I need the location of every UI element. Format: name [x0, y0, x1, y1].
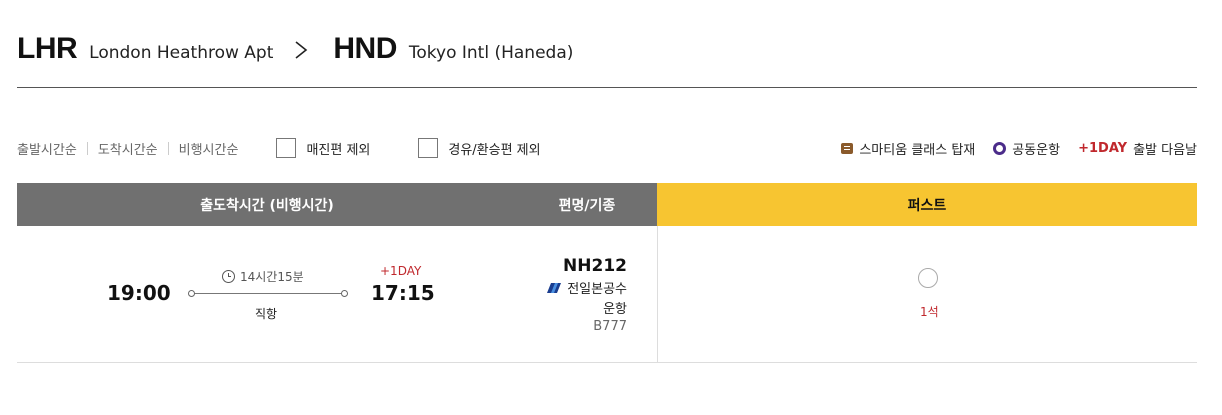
exclude-soldout-checkbox[interactable]: 매진편 제외 [276, 138, 370, 158]
track-end-dot [341, 290, 348, 297]
smartium-class-icon [841, 142, 854, 154]
legend-plusday: +1DAY 출발 다음날 [1078, 139, 1197, 158]
operator-suffix: 운항 [603, 302, 627, 317]
exclude-connecting-checkbox[interactable]: 경유/환승편 제외 [418, 138, 541, 158]
first-class-seat-radio[interactable] [918, 268, 938, 288]
flight-duration: 14시간15분 [222, 268, 304, 285]
departure-time: 19:00 [107, 281, 171, 305]
operator: 전일본공수 [547, 278, 627, 297]
clock-icon [222, 270, 235, 283]
exclude-connecting-label: 경유/환승편 제외 [448, 142, 541, 158]
legend: 스마티움 클래스 탑재 공동운항 +1DAY 출발 다음날 [823, 139, 1197, 158]
duration-label: 14시간15분 [240, 270, 304, 284]
flight-number[interactable]: NH212 [563, 256, 627, 276]
codeshare-ring-icon [993, 141, 1007, 155]
flight-track-line [188, 290, 348, 297]
seats-remaining: 1석 [920, 305, 939, 319]
aircraft-type: B777 [593, 319, 627, 334]
sort-separator [167, 141, 169, 155]
chevron-right-icon [295, 41, 308, 59]
sort-departure-time[interactable]: 출발시간순 [17, 139, 77, 158]
table-header: 출도착시간 (비행시간) 편명/기종 퍼스트 [17, 183, 1197, 226]
route-divider [17, 87, 1197, 88]
filter-bar: 출발시간순 도착시간순 비행시간순 매진편 제외 경유/환승편 제외 스마티움 … [17, 135, 1197, 161]
checkbox-box[interactable] [276, 138, 297, 158]
table-row: 19:00 14시간15분 직항 +1DAY 17:15 NH212 전일본공수… [17, 226, 1197, 363]
header-flight: 편명/기종 [517, 183, 657, 226]
legend-codeshare-label: 공동운항 [1012, 142, 1061, 158]
operator-name: 전일본공수 [567, 282, 627, 297]
sort-separator [86, 141, 88, 155]
arrival-plusday: +1DAY [380, 264, 422, 278]
sort-flight-time[interactable]: 비행시간순 [179, 139, 239, 158]
track-start-dot [188, 290, 195, 297]
exclude-soldout-label: 매진편 제외 [306, 142, 371, 158]
origin-name: London Heathrow Apt [89, 43, 274, 63]
ana-logo-icon [547, 282, 562, 293]
checkbox-box[interactable] [418, 138, 439, 158]
route-header: LHR London Heathrow Apt HND Tokyo Intl (… [17, 32, 573, 72]
plusday-badge: +1DAY [1078, 140, 1128, 156]
column-divider [657, 226, 658, 362]
header-first-class: 퍼스트 [657, 183, 1197, 226]
sort-options: 출발시간순 도착시간순 비행시간순 [17, 139, 238, 158]
legend-smartium: 스마티움 클래스 탑재 [841, 139, 975, 158]
arrival-time: 17:15 [371, 281, 435, 305]
header-time: 출도착시간 (비행시간) [17, 183, 517, 226]
destination-code: HND [333, 32, 397, 65]
destination-name: Tokyo Intl (Haneda) [408, 43, 574, 63]
sort-arrival-time[interactable]: 도착시간순 [98, 139, 158, 158]
legend-codeshare: 공동운항 [993, 139, 1060, 158]
legend-smartium-label: 스마티움 클래스 탑재 [859, 142, 976, 158]
legend-plusday-label: 출발 다음날 [1133, 142, 1197, 158]
origin-code: LHR [17, 32, 78, 65]
stops-label: 직항 [255, 307, 278, 321]
